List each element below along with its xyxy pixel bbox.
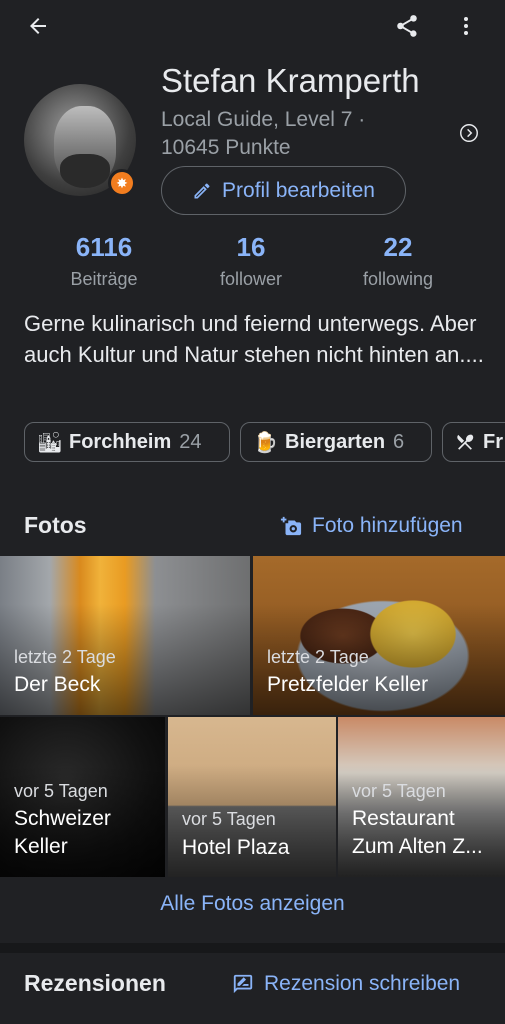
photo-place: Der Beck (14, 673, 101, 696)
stat-value: 16 (236, 232, 266, 262)
stat-followers[interactable]: 16 follower (181, 232, 321, 290)
photo-date: vor 5 Tagen (182, 809, 276, 829)
share-icon (397, 15, 417, 37)
stat-label: follower (219, 269, 283, 289)
photo-tile[interactable]: letzte 2 Tage Der Beck (0, 556, 250, 715)
avatar[interactable]: ✸ (24, 84, 136, 197)
stat-following[interactable]: 22 following (328, 232, 468, 290)
guide-level-label: Local Guide, Level 7 · (161, 108, 366, 131)
reviews-title: Rezensionen (24, 970, 166, 996)
fork-knife-icon (457, 434, 474, 450)
photos-title: Fotos (24, 512, 87, 538)
chip-biergarten[interactable]: 🍺 Biergarten 6 (240, 422, 432, 462)
show-all-photos-link[interactable]: Alle Fotos anzeigen (0, 892, 505, 916)
stat-label: following (362, 269, 434, 289)
chip-forchheim[interactable]: 🏙 Forchheim 24 (24, 422, 230, 462)
guide-points-label: 10645 Punkte (161, 136, 291, 159)
chip-label: Biergarten (285, 430, 386, 453)
add-photo-icon (280, 516, 302, 536)
photo-tile[interactable]: vor 5 Tagen Hotel Plaza (168, 717, 336, 877)
photo-tile[interactable]: vor 5 Tagen Schweizer Keller (0, 717, 165, 877)
rate-review-icon (233, 974, 253, 994)
photo-tile[interactable]: vor 5 Tagen Restaurant Zum Alten Z... (338, 717, 505, 877)
guide-level-info[interactable]: Local Guide, Level 7 · 10645 Punkte (161, 106, 451, 162)
photos-section-header: Fotos Foto hinzufügen (0, 506, 505, 546)
photo-date: vor 5 Tagen (14, 781, 108, 801)
profile-name: Stefan Kramperth (161, 62, 420, 99)
photo-tile[interactable]: letzte 2 Tage Pretzfelder Keller (253, 556, 505, 715)
photo-date: letzte 2 Tage (14, 647, 116, 667)
edit-profile-label: Profil bearbeiten (222, 178, 375, 202)
photo-place: Hotel Plaza (182, 836, 290, 859)
stat-value: 22 (383, 232, 413, 262)
chip-count: 24 (179, 430, 202, 453)
local-guide-badge-icon: ✸ (108, 169, 136, 197)
share-button[interactable] (389, 8, 425, 44)
write-review-label: Rezension schreiben (264, 972, 461, 995)
interest-chips: 🏙 Forchheim 24 🍺 Biergarten 6 Fr (24, 422, 505, 462)
stat-label: Beiträge (70, 269, 138, 289)
beer-icon: 🍺 (253, 431, 278, 454)
section-divider (0, 943, 505, 953)
chip-label: Forchheim (69, 430, 172, 453)
photo-place: Pretzfelder Keller (267, 673, 429, 696)
stat-value: 6116 (75, 232, 133, 262)
add-photo-button[interactable]: Foto hinzufügen (280, 514, 463, 538)
arrow-back-icon (30, 18, 46, 34)
profile-bio: Gerne kulinarisch und feiernd unterwegs.… (24, 311, 484, 367)
photo-place: Restaurant Zum Alten Z... (352, 807, 483, 858)
more-options-button[interactable] (448, 8, 484, 44)
city-icon: 🏙 (37, 431, 63, 454)
top-app-bar (0, 0, 505, 52)
chip-count: 6 (393, 430, 405, 453)
stat-contributions[interactable]: 6116 Beiträge (34, 232, 174, 290)
pencil-icon (194, 182, 210, 198)
edit-profile-button[interactable]: Profil bearbeiten (161, 166, 406, 215)
more-vert-icon (464, 17, 468, 35)
photo-place: Schweizer Keller (14, 807, 111, 858)
chevron-right-circle-icon[interactable] (458, 122, 480, 144)
profile-stats: 6116 Beiträge 16 follower 22 following (0, 232, 505, 296)
chip-food[interactable]: Fr (442, 422, 505, 462)
photo-date: letzte 2 Tage (267, 647, 369, 667)
write-review-button[interactable]: Rezension schreiben (232, 972, 460, 996)
photo-date: vor 5 Tagen (352, 781, 446, 801)
chip-label: Fr (483, 430, 503, 453)
back-button[interactable] (20, 8, 56, 44)
add-photo-label: Foto hinzufügen (312, 514, 463, 537)
